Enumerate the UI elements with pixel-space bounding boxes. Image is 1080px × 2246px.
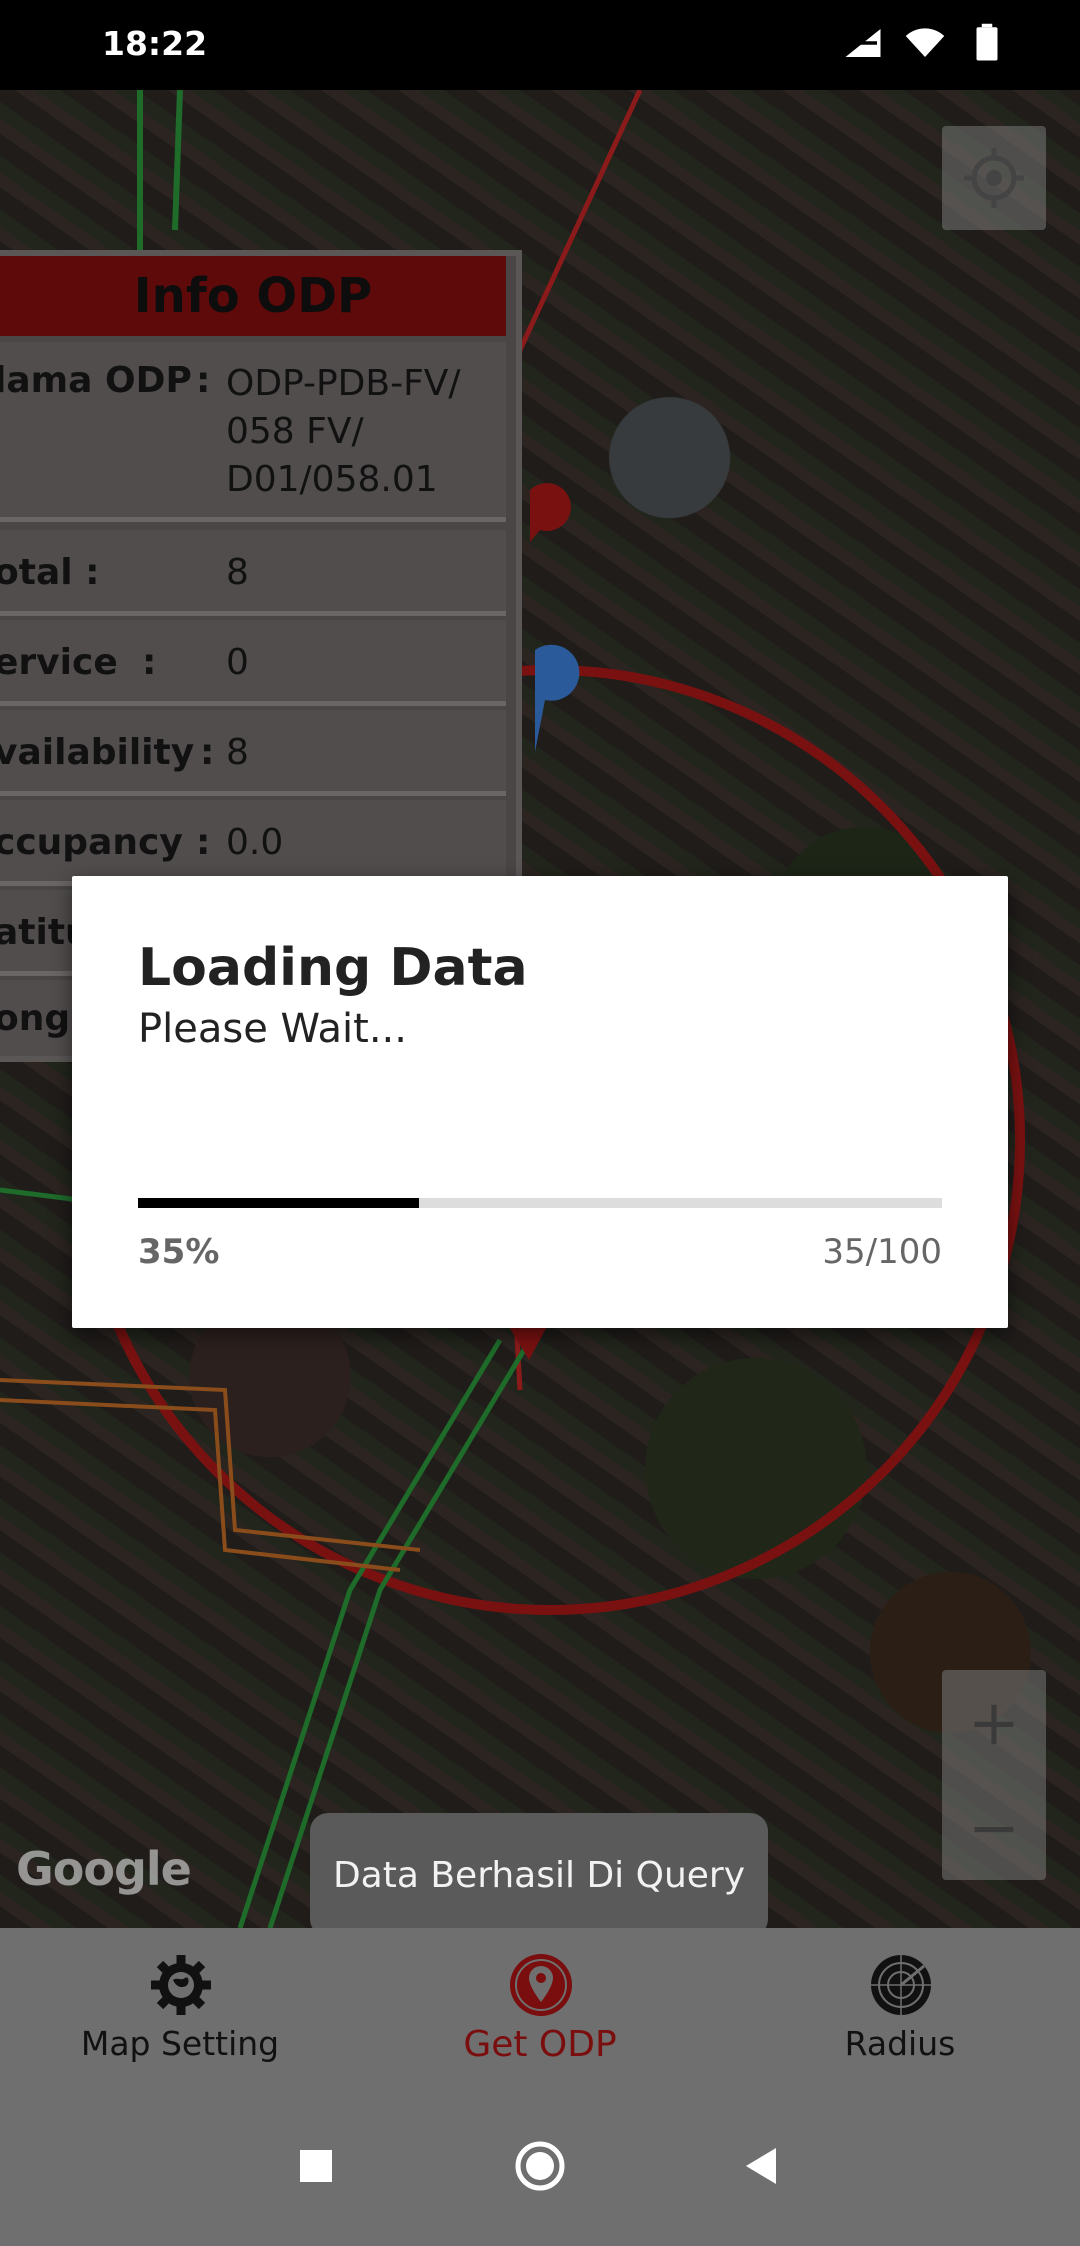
info-row-occupancy: ccupancy : 0.0: [0, 800, 506, 886]
plus-icon: +: [968, 1686, 1020, 1759]
status-icons: [842, 22, 1008, 64]
status-time: 18:22: [102, 24, 208, 63]
info-row-total: otal : 8: [0, 530, 506, 616]
info-row-sep: :: [196, 360, 211, 401]
orange-cable: [0, 1378, 421, 1572]
green-cable-2: [0, 1187, 81, 1203]
zoom-in-button[interactable]: +: [942, 1670, 1046, 1775]
map-attribution: Google: [16, 1842, 192, 1896]
info-row-label: otal :: [0, 552, 100, 593]
nav-map-setting[interactable]: Map Setting: [50, 1928, 310, 2088]
info-row-value: 8: [226, 732, 249, 773]
info-row-value: 0: [226, 642, 249, 683]
progress-fill: [138, 1198, 420, 1208]
progress-count: 35/100: [822, 1232, 942, 1272]
nav-get-odp[interactable]: Get ODP: [410, 1928, 670, 2088]
info-row-value: ODP-PDB-FV/ 058 FV/ D01/058.01: [226, 363, 461, 500]
info-row-sep: :: [200, 732, 215, 773]
radar-icon: [871, 1955, 931, 2015]
back-button[interactable]: [730, 2134, 794, 2198]
map-pin-blue[interactable]: [535, 644, 580, 752]
nav-label: Radius: [844, 2024, 956, 2063]
wifi-icon: [905, 28, 945, 57]
toast-text: Data Berhasil Di Query: [332, 1854, 746, 1896]
info-row-availability: vailability : 8: [0, 710, 506, 796]
nav-radius[interactable]: Radius: [770, 1928, 1030, 2088]
system-navigation-bar: [0, 2088, 1080, 2246]
bottom-navigation: Map Setting Get ODP Radius: [0, 1928, 1080, 2088]
info-row-nama-odp: lama ODP : ODP-PDB-FV/ 058 FV/ D01/058.0…: [0, 342, 506, 522]
signal-icon: [845, 29, 881, 57]
info-panel-title: Info ODP: [0, 256, 506, 336]
info-row-label: ervice: [0, 642, 118, 683]
recents-button[interactable]: [284, 2134, 348, 2198]
info-row-label: ong: [0, 998, 71, 1039]
location-pin-icon: [510, 1954, 572, 2016]
my-location-button[interactable]: [942, 126, 1046, 230]
nav-label: Map Setting: [80, 2024, 280, 2063]
home-button[interactable]: [508, 2134, 572, 2198]
zoom-out-button[interactable]: −: [942, 1775, 1046, 1880]
info-row-service: ervice : 0: [0, 620, 506, 706]
info-row-sep: :: [142, 642, 157, 683]
dialog-title: Loading Data: [138, 938, 528, 998]
info-row-label: lama ODP: [0, 360, 192, 401]
info-row-sep: :: [196, 822, 211, 863]
info-row-label: vailability: [0, 732, 195, 773]
info-row-value: 8: [226, 552, 249, 593]
loading-dialog: Loading Data Please Wait... 35% 35/100: [72, 876, 1008, 1328]
gear-globe-icon: [151, 1955, 211, 2015]
map-pin-red[interactable]: [530, 483, 571, 542]
dialog-message: Please Wait...: [138, 1006, 407, 1052]
toast-message: Data Berhasil Di Query: [310, 1813, 768, 1937]
status-bar: 18:22: [0, 0, 1080, 90]
zoom-controls: + −: [942, 1670, 1046, 1880]
battery-icon: [976, 23, 998, 61]
info-row-value: 0.0: [226, 822, 284, 863]
info-row-label: ccupancy: [0, 822, 183, 863]
nav-label: Get ODP: [463, 2024, 617, 2065]
crosshair-icon: [964, 148, 1024, 208]
progress-percent: 35%: [138, 1232, 220, 1272]
progress-bar: [138, 1198, 942, 1208]
minus-icon: −: [968, 1791, 1020, 1864]
